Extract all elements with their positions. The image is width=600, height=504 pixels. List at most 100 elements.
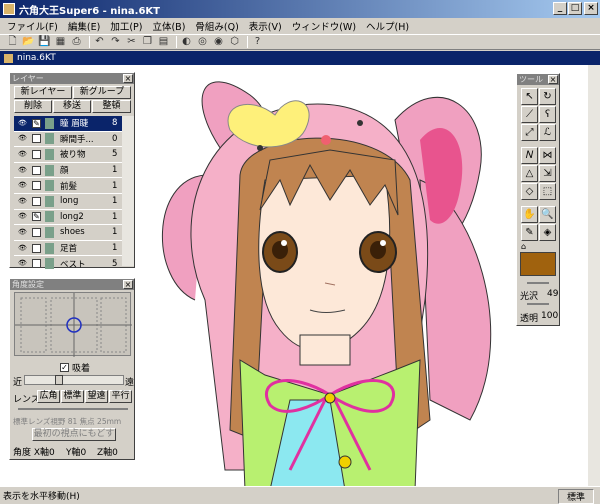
visibility-eye-icon[interactable]: 👁 bbox=[18, 150, 29, 159]
layer-lock-checkbox[interactable]: ✎ bbox=[32, 212, 41, 222]
help-icon[interactable]: ? bbox=[251, 36, 264, 48]
maximize-button[interactable]: □ bbox=[568, 2, 582, 15]
undo-icon[interactable]: ↶ bbox=[93, 36, 106, 48]
parallel-lens-button[interactable]: 平行 bbox=[109, 390, 132, 403]
eyedropper-icon[interactable]: ✎ bbox=[521, 224, 538, 241]
lens-slider[interactable] bbox=[18, 408, 128, 410]
distance-slider-thumb[interactable] bbox=[55, 375, 63, 385]
close-button[interactable]: × bbox=[584, 2, 598, 15]
standard-lens-button[interactable]: 標準 bbox=[61, 390, 84, 403]
layer-row[interactable]: 👁 足首 1 bbox=[14, 241, 132, 257]
move-layer-button[interactable]: 移送 bbox=[53, 100, 91, 113]
pen-curve-icon[interactable]: 𝑁 bbox=[521, 147, 538, 164]
layer-lock-checkbox[interactable] bbox=[32, 196, 41, 206]
save-icon[interactable]: 💾 bbox=[38, 36, 51, 48]
layer-row[interactable]: 👁 long 1 bbox=[14, 194, 132, 210]
visibility-eye-icon[interactable]: 👁 bbox=[18, 244, 29, 253]
layer-panel-close-icon[interactable]: × bbox=[123, 74, 133, 83]
transparency-slider[interactable] bbox=[527, 303, 549, 305]
layer-list-scrollbar[interactable] bbox=[122, 116, 134, 266]
rotate-icon[interactable]: ↻ bbox=[539, 88, 556, 105]
arrange-layer-button[interactable]: 整頓 bbox=[92, 100, 131, 113]
scale-icon[interactable]: ⤢ bbox=[521, 124, 538, 141]
layer-figure-icon bbox=[45, 211, 54, 223]
layer-lock-checkbox[interactable] bbox=[32, 134, 41, 144]
render-icon[interactable]: ⬡ bbox=[228, 36, 241, 48]
open-folder-icon[interactable]: 📂 bbox=[22, 36, 35, 48]
view-angle-pad[interactable] bbox=[14, 292, 132, 357]
menu-window[interactable]: ウィンドウ(W) bbox=[287, 19, 361, 33]
lasso-icon[interactable]: ℒ bbox=[539, 124, 556, 141]
layer-lock-checkbox[interactable] bbox=[32, 165, 41, 175]
gloss-slider[interactable] bbox=[527, 282, 549, 284]
distance-slider[interactable] bbox=[24, 375, 124, 385]
tools-panel-close-icon[interactable]: × bbox=[548, 75, 558, 84]
zoom-magnifier-icon[interactable]: 🔍 bbox=[539, 206, 556, 223]
layer-lock-checkbox[interactable] bbox=[32, 243, 41, 253]
menu-file[interactable]: ファイル(F) bbox=[2, 19, 63, 33]
knife-icon[interactable]: ⟋ bbox=[521, 106, 538, 123]
shaded-icon[interactable]: ◉ bbox=[212, 36, 225, 48]
wide-lens-button[interactable]: 広角 bbox=[37, 390, 60, 403]
layer-lock-checkbox[interactable] bbox=[32, 149, 41, 159]
menu-edit[interactable]: 編集(E) bbox=[63, 19, 105, 33]
print-icon[interactable]: ⎙ bbox=[70, 36, 83, 48]
visibility-eye-icon[interactable]: 👁 bbox=[18, 166, 29, 175]
reset-view-button[interactable]: 最初の視点にもどす bbox=[32, 428, 116, 441]
menu-help[interactable]: ヘルプ(H) bbox=[361, 19, 414, 33]
vertical-scrollbar[interactable] bbox=[588, 65, 600, 486]
select-arrow-icon[interactable]: ↖ bbox=[521, 88, 538, 105]
twist-icon[interactable]: ʕ bbox=[539, 106, 556, 123]
triangle-face-icon[interactable]: △ bbox=[521, 165, 538, 182]
visibility-eye-icon[interactable]: 👁 bbox=[18, 119, 29, 128]
app-icon bbox=[3, 3, 15, 15]
menu-view[interactable]: 表示(V) bbox=[244, 19, 287, 33]
menu-process[interactable]: 加工(P) bbox=[105, 19, 147, 33]
menu-skeleton[interactable]: 骨組み(Q) bbox=[190, 19, 243, 33]
delete-layer-button[interactable]: 削除 bbox=[14, 100, 52, 113]
layer-row[interactable]: 👁 shoes 1 bbox=[14, 225, 132, 241]
layer-lock-checkbox[interactable] bbox=[32, 259, 41, 269]
split-icon[interactable]: ⋈ bbox=[539, 147, 556, 164]
layer-row[interactable]: 👁 ベスト 5 bbox=[14, 256, 132, 272]
tools-panel: ツール × ↖ ↻ ⟋ ʕ ⤢ ℒ 𝑁 ⋈ △ ⇲ ◇ ⬚ ✋ 🔍 ✎ ◈ ⌂ … bbox=[516, 73, 560, 326]
wire-icon[interactable]: ◎ bbox=[196, 36, 209, 48]
save-as-icon[interactable]: ▦ bbox=[54, 36, 67, 48]
visibility-eye-icon[interactable]: 👁 bbox=[18, 134, 29, 143]
layer-row[interactable]: 👁 顔 1 bbox=[14, 163, 132, 179]
suction-checkbox[interactable]: ✓ bbox=[60, 363, 69, 372]
paint-bucket-icon[interactable]: ◈ bbox=[539, 224, 556, 241]
menu-solid[interactable]: 立体(B) bbox=[147, 19, 190, 33]
visibility-eye-icon[interactable]: 👁 bbox=[18, 181, 29, 190]
visibility-eye-icon[interactable]: 👁 bbox=[18, 197, 29, 206]
cut-icon[interactable]: ✂ bbox=[125, 36, 138, 48]
face-icon[interactable]: ◇ bbox=[521, 183, 538, 200]
layer-row[interactable]: 👁 ✎ long2 1 bbox=[14, 210, 132, 226]
new-file-icon[interactable]: 🗋 bbox=[6, 36, 19, 48]
layer-lock-checkbox[interactable] bbox=[32, 227, 41, 237]
paste-icon[interactable]: ▤ bbox=[157, 36, 170, 48]
visibility-eye-icon[interactable]: 👁 bbox=[18, 228, 29, 237]
new-group-button[interactable]: 新グループ bbox=[73, 86, 131, 99]
layer-row[interactable]: 👁 前髪 1 bbox=[14, 178, 132, 194]
layer-row[interactable]: 👁 被り物 5 bbox=[14, 147, 132, 163]
visibility-eye-icon[interactable]: 👁 bbox=[18, 212, 29, 221]
view-panel-close-icon[interactable]: × bbox=[123, 280, 133, 289]
new-layer-button[interactable]: 新レイヤー bbox=[14, 86, 72, 99]
cube-icon[interactable]: ⬚ bbox=[539, 183, 556, 200]
view-panel-title: 角度設定 × bbox=[10, 279, 134, 290]
layer-figure-icon bbox=[45, 164, 54, 176]
layer-row[interactable]: 👁 瞬間手... 0 bbox=[14, 132, 132, 148]
extrude-icon[interactable]: ⇲ bbox=[539, 165, 556, 182]
layer-lock-checkbox[interactable]: ✎ bbox=[32, 118, 41, 128]
copy-icon[interactable]: ❐ bbox=[141, 36, 154, 48]
minimize-button[interactable]: _ bbox=[553, 2, 567, 15]
material-color-swatch[interactable] bbox=[520, 252, 556, 276]
visibility-eye-icon[interactable]: 👁 bbox=[18, 259, 29, 268]
telephoto-lens-button[interactable]: 望遠 bbox=[85, 390, 108, 403]
layer-lock-checkbox[interactable] bbox=[32, 181, 41, 191]
layer-row[interactable]: 👁 ✎ 瞳 眉睫 8 bbox=[14, 116, 132, 132]
hand-pan-icon[interactable]: ✋ bbox=[521, 206, 538, 223]
redo-icon[interactable]: ↷ bbox=[109, 36, 122, 48]
shading-icon[interactable]: ◐ bbox=[180, 36, 193, 48]
